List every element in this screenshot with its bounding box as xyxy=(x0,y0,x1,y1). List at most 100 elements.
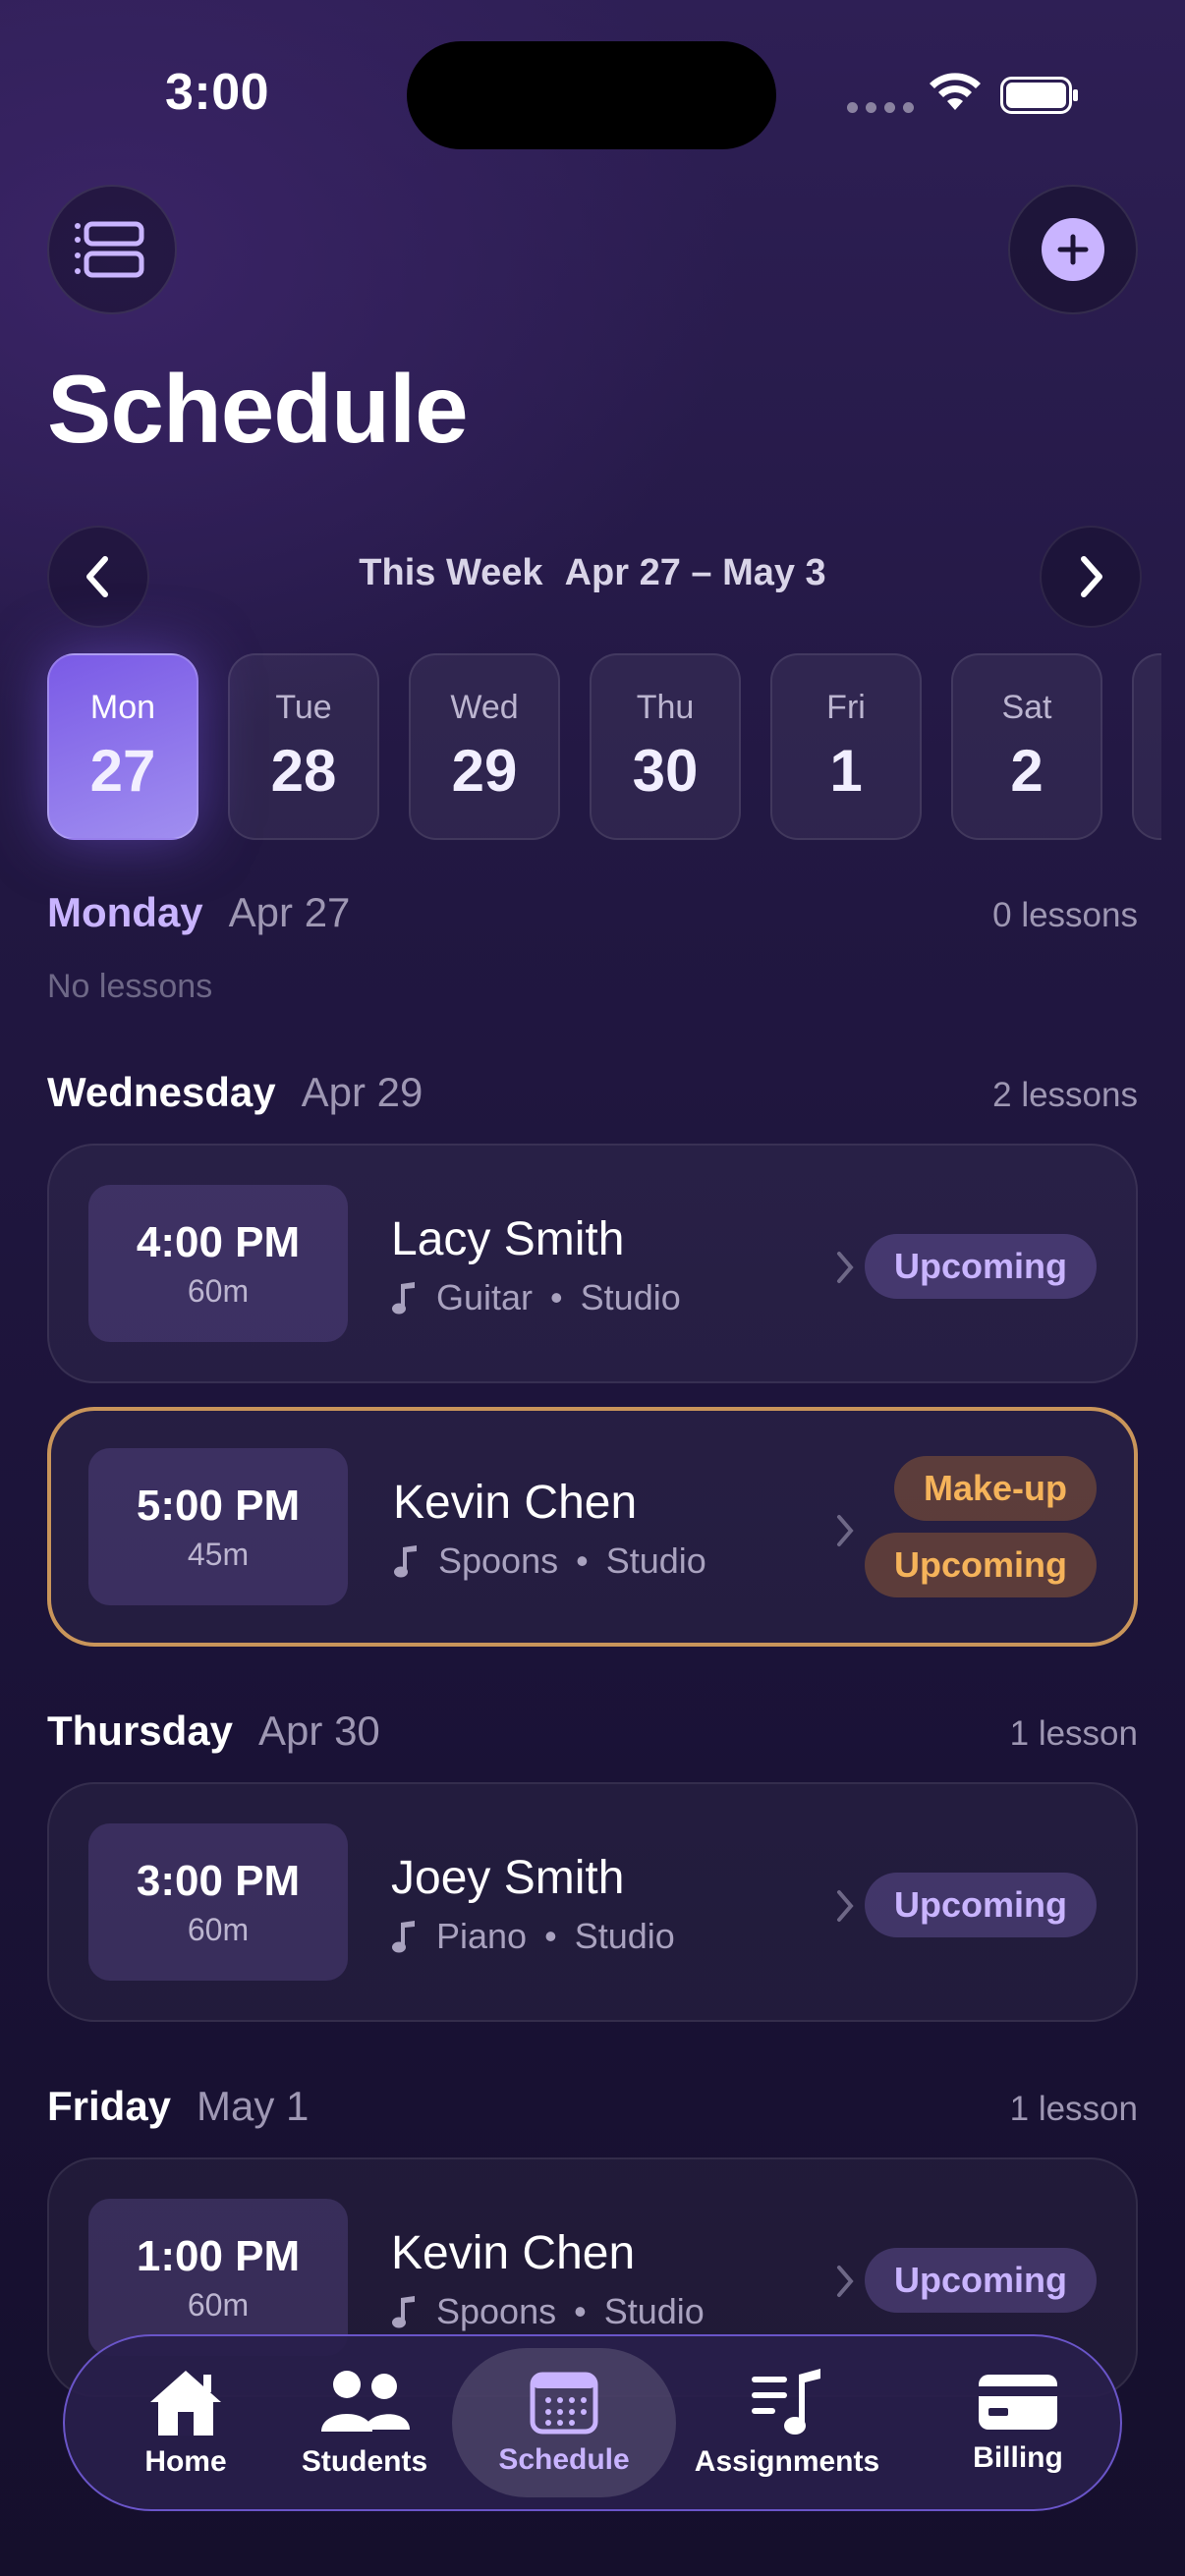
lesson-count: 0 lessons xyxy=(992,896,1138,934)
day-chip-sat[interactable]: Sat 2 xyxy=(951,653,1102,840)
sidebar-toggle-button[interactable] xyxy=(47,185,177,314)
lesson-count: 2 lessons xyxy=(992,1076,1138,1114)
section-header-monday: Monday Apr 27 0 lessons xyxy=(47,889,1138,936)
lesson-location: Studio xyxy=(605,1540,706,1581)
day-name: Sat xyxy=(1001,689,1052,726)
tab-assignments[interactable]: Assignments xyxy=(694,2348,880,2497)
section-header-thursday: Thursday Apr 30 1 lesson xyxy=(47,1708,1138,1755)
student-name: Kevin Chen xyxy=(393,1477,638,1529)
next-week-button[interactable] xyxy=(1040,526,1142,628)
day-chip-partial[interactable] xyxy=(1132,653,1161,840)
makeup-badge: Make-up xyxy=(893,1456,1097,1521)
lesson-card[interactable]: 5:00 PM 45m Kevin Chen Spoons • Studio Mak… xyxy=(47,1407,1138,1647)
lesson-duration: 60m xyxy=(187,2286,250,2323)
tab-schedule[interactable]: Schedule xyxy=(452,2348,676,2497)
section-date: May 1 xyxy=(197,2083,310,2129)
section-day: Wednesday xyxy=(47,1069,276,1115)
section-day: Friday xyxy=(47,2083,172,2129)
lesson-meta: Piano • Studio xyxy=(391,1916,675,1957)
section-date: Apr 29 xyxy=(301,1069,423,1115)
tab-students[interactable]: Students xyxy=(291,2348,438,2497)
empty-state-text: No lessons xyxy=(47,968,213,1005)
section-header-friday: Friday May 1 1 lesson xyxy=(47,2083,1138,2130)
dynamic-island xyxy=(407,41,776,149)
day-number: 28 xyxy=(270,738,337,804)
day-number: 2 xyxy=(1010,738,1044,804)
student-name: Lacy Smith xyxy=(391,1213,625,1265)
lesson-time-box: 5:00 PM 45m xyxy=(88,1448,348,1605)
music-note-icon xyxy=(394,1545,417,1578)
lesson-instrument: Guitar xyxy=(436,1277,534,1317)
day-name: Fri xyxy=(826,689,866,726)
status-badge: Upcoming xyxy=(865,1533,1097,1597)
page-title: Schedule xyxy=(47,355,469,463)
lesson-card[interactable]: 3:00 PM 60m Joey Smith Piano • Studio Upco… xyxy=(47,1782,1138,2022)
lesson-duration: 60m xyxy=(187,1272,250,1309)
lesson-card[interactable]: 4:00 PM 60m Lacy Smith Guitar • Studio Upc… xyxy=(47,1144,1138,1383)
chevron-left-icon xyxy=(86,556,108,597)
student-name: Kevin Chen xyxy=(391,2227,636,2279)
day-chip-mon[interactable]: Mon 27 xyxy=(47,653,198,840)
lesson-duration: 60m xyxy=(187,1911,250,1947)
add-lesson-button[interactable] xyxy=(1008,185,1138,314)
chevron-right-icon xyxy=(837,1515,854,1546)
students-icon xyxy=(321,2371,410,2432)
lesson-meta: Spoons • Studio xyxy=(393,1540,706,1582)
lesson-time: 4:00 PM xyxy=(136,1217,301,1266)
day-chip-tue[interactable]: Tue 28 xyxy=(228,653,379,840)
lesson-meta: Guitar • Studio xyxy=(391,1277,681,1318)
signal-icon xyxy=(847,102,914,113)
student-name: Joey Smith xyxy=(391,1852,625,1904)
lesson-location: Studio xyxy=(580,1277,681,1317)
section-day: Monday xyxy=(47,889,203,935)
battery-icon xyxy=(1000,77,1078,114)
status-badge: Upcoming xyxy=(865,1873,1097,1937)
week-label: This Week xyxy=(359,552,543,593)
music-note-icon xyxy=(392,1921,415,1953)
day-number: 27 xyxy=(89,738,156,804)
lesson-time: 5:00 PM xyxy=(136,1481,301,1530)
lesson-meta: Spoons • Studio xyxy=(391,2291,705,2332)
tab-label: Billing xyxy=(973,2441,1063,2474)
tab-billing[interactable]: Billing xyxy=(949,2348,1087,2497)
previous-week-button[interactable] xyxy=(47,526,149,628)
music-note-icon xyxy=(392,2296,415,2328)
section-date: Apr 30 xyxy=(258,1708,380,1754)
lesson-duration: 45m xyxy=(187,1536,250,1572)
status-badge: Upcoming xyxy=(865,2248,1097,2313)
week-range-label: This Week Apr 27 – May 3 xyxy=(295,552,890,594)
lesson-time: 1:00 PM xyxy=(136,2231,301,2280)
tab-home[interactable]: Home xyxy=(122,2348,250,2497)
lesson-instrument: Spoons xyxy=(436,2291,557,2331)
lesson-time: 3:00 PM xyxy=(136,1856,301,1905)
day-selector: Mon 27 Tue 28 Wed 29 Thu 30 Fri 1 Sat 2 xyxy=(47,653,1161,840)
day-chip-thu[interactable]: Thu 30 xyxy=(590,653,741,840)
day-chip-fri[interactable]: Fri 1 xyxy=(770,653,922,840)
chevron-right-icon xyxy=(1081,556,1102,597)
status-time: 3:00 xyxy=(165,64,270,121)
section-header-wednesday: Wednesday Apr 29 2 lessons xyxy=(47,1069,1138,1116)
lesson-location: Studio xyxy=(603,2291,705,2331)
lesson-count: 1 lesson xyxy=(1009,2090,1138,2128)
day-number: 30 xyxy=(632,738,699,804)
lesson-instrument: Piano xyxy=(436,1916,528,1956)
day-name: Wed xyxy=(450,689,519,726)
list-view-icon xyxy=(75,221,144,278)
wifi-icon xyxy=(930,73,981,110)
week-range: Apr 27 – May 3 xyxy=(564,552,826,593)
day-chip-wed[interactable]: Wed 29 xyxy=(409,653,560,840)
section-date: Apr 27 xyxy=(228,889,351,935)
day-name: Mon xyxy=(89,689,156,726)
card-icon xyxy=(979,2375,1057,2430)
lesson-count: 1 lesson xyxy=(1009,1714,1138,1753)
calendar-icon xyxy=(530,2372,598,2435)
music-note-icon xyxy=(392,1282,415,1315)
lesson-location: Studio xyxy=(574,1916,675,1956)
tab-label: Home xyxy=(144,2445,227,2478)
lesson-time-box: 4:00 PM 60m xyxy=(88,1185,348,1342)
lesson-time-box: 1:00 PM 60m xyxy=(88,2199,348,2356)
tab-label: Assignments xyxy=(694,2445,880,2478)
tab-label: Schedule xyxy=(498,2443,630,2476)
chevron-right-icon xyxy=(837,1252,854,1283)
chevron-right-icon xyxy=(837,1890,854,1922)
